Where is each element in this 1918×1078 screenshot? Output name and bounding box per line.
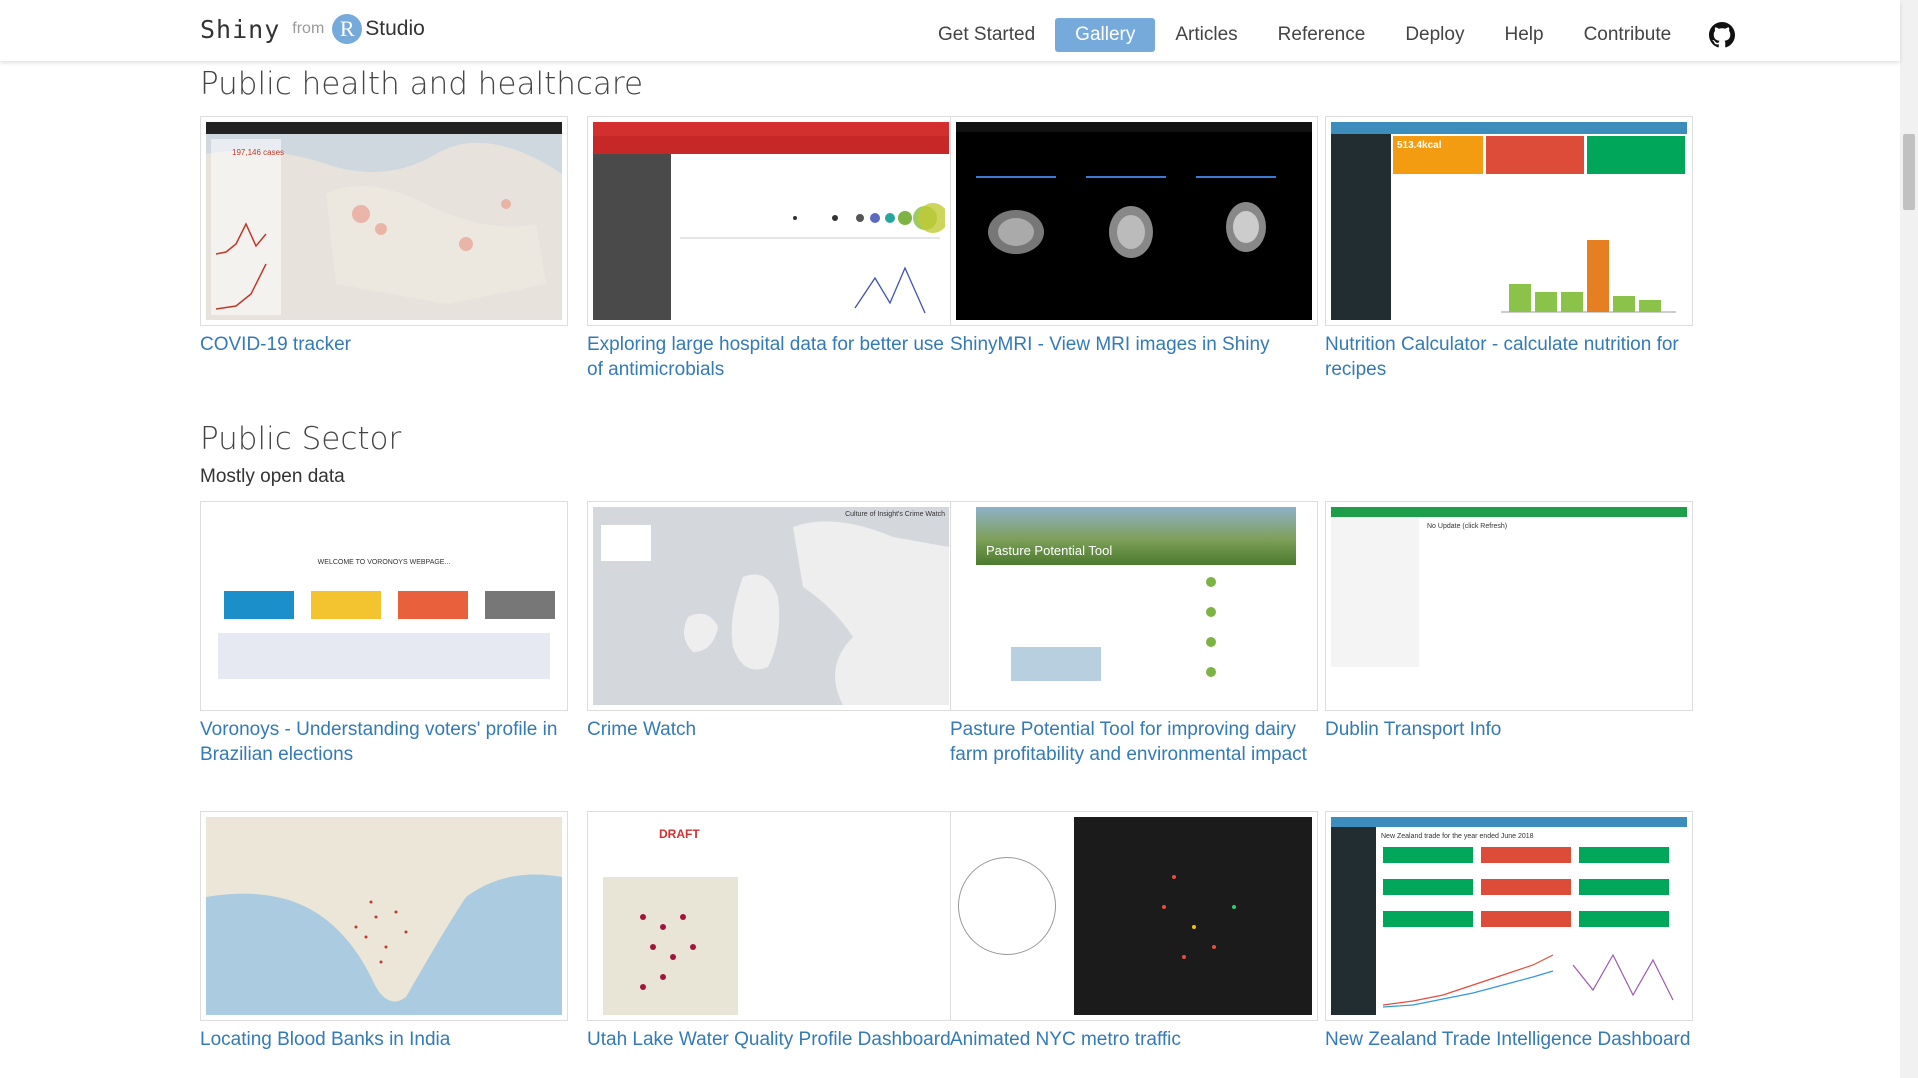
section-subtitle: Mostly open data	[200, 466, 345, 487]
gallery-card[interactable]: 197,146 cases COVID-19 tracker	[200, 116, 568, 357]
card-title[interactable]: Locating Blood Banks in India	[200, 1027, 568, 1052]
thumb-text: 197,146 cases	[232, 148, 285, 157]
gallery-card[interactable]: ShinyMRI - View MRI images in Shiny	[950, 116, 1318, 357]
gallery-card[interactable]: Culture of Insight's Crime Watch Crime W…	[587, 501, 955, 742]
nav-help[interactable]: Help	[1484, 18, 1563, 52]
gallery-card[interactable]: Animated NYC metro traffic	[950, 811, 1318, 1052]
top-navbar: Shiny from R Studio Get Started Gallery …	[0, 0, 1900, 61]
thumb-text: DRAFT	[659, 827, 700, 841]
gallery-card[interactable]: DRAFT Utah Lake Water Quality Profile Da…	[587, 811, 955, 1052]
brand-name: Shiny	[200, 14, 281, 44]
github-icon[interactable]	[1709, 22, 1736, 48]
nav-get-started[interactable]: Get Started	[918, 18, 1055, 52]
thumb-text: New Zealand trade for the year ended Jun…	[1381, 833, 1534, 840]
app-thumbnail[interactable]: No Update (click Refresh)	[1325, 501, 1693, 711]
card-title[interactable]: Nutrition Calculator - calculate nutriti…	[1325, 332, 1693, 382]
gallery-card[interactable]: Pasture Potential Tool Pasture Potential…	[950, 501, 1318, 767]
scrollbar-thumb[interactable]	[1903, 134, 1915, 210]
card-title[interactable]: Crime Watch	[587, 717, 955, 742]
app-thumbnail[interactable]: Culture of Insight's Crime Watch	[587, 501, 955, 711]
thumb-text: Pasture Potential Tool	[986, 543, 1113, 558]
app-thumbnail[interactable]	[950, 116, 1318, 326]
nav-deploy[interactable]: Deploy	[1385, 18, 1484, 52]
rstudio-logo-icon: R	[332, 14, 363, 44]
brand-from: from	[292, 20, 325, 37]
card-title[interactable]: Exploring large hospital data for better…	[587, 332, 955, 382]
thumb-text: 513.4kcal	[1397, 140, 1442, 151]
gallery-card[interactable]: WELCOME TO VORONOYS WEBPAGE... Voronoys …	[200, 501, 568, 767]
card-title[interactable]: Voronoys - Understanding voters' profile…	[200, 717, 568, 767]
thumb-text: WELCOME TO VORONOYS WEBPAGE...	[317, 559, 451, 566]
app-thumbnail[interactable]: Pasture Potential Tool	[950, 501, 1318, 711]
app-thumbnail[interactable]: New Zealand trade for the year ended Jun…	[1325, 811, 1693, 1021]
gallery-card[interactable]: No Update (click Refresh) Dublin Transpo…	[1325, 501, 1693, 742]
gallery-card[interactable]: Exploring large hospital data for better…	[587, 116, 955, 382]
brand-studio: Studio	[365, 17, 425, 40]
gallery-card[interactable]: Locating Blood Banks in India	[200, 811, 568, 1052]
card-title[interactable]: Animated NYC metro traffic	[950, 1027, 1318, 1052]
card-title[interactable]: Pasture Potential Tool for improving dai…	[950, 717, 1318, 767]
card-title[interactable]: New Zealand Trade Intelligence Dashboard	[1325, 1027, 1693, 1052]
thumb-text: No Update (click Refresh)	[1427, 523, 1508, 530]
nav-gallery[interactable]: Gallery	[1055, 18, 1156, 52]
gallery-card[interactable]: New Zealand trade for the year ended Jun…	[1325, 811, 1693, 1052]
app-thumbnail[interactable]	[950, 811, 1318, 1021]
main-nav: Get Started Gallery Articles Reference D…	[918, 18, 1736, 52]
nav-reference[interactable]: Reference	[1258, 18, 1386, 52]
section-title-health: Public health and healthcare	[200, 66, 644, 102]
card-title[interactable]: ShinyMRI - View MRI images in Shiny	[950, 332, 1318, 357]
card-title[interactable]: Utah Lake Water Quality Profile Dashboar…	[587, 1027, 955, 1052]
app-thumbnail[interactable]: 513.4kcal	[1325, 116, 1693, 326]
card-title[interactable]: COVID-19 tracker	[200, 332, 568, 357]
page-scrollbar[interactable]	[1900, 0, 1918, 1078]
app-thumbnail[interactable]: WELCOME TO VORONOYS WEBPAGE...	[200, 501, 568, 711]
app-thumbnail[interactable]: 197,146 cases	[200, 116, 568, 326]
brand-logo[interactable]: Shiny from R Studio	[200, 14, 425, 44]
app-thumbnail[interactable]	[200, 811, 568, 1021]
thumb-text: Culture of Insight's Crime Watch	[845, 511, 945, 518]
card-title[interactable]: Dublin Transport Info	[1325, 717, 1693, 742]
app-thumbnail[interactable]: DRAFT	[587, 811, 955, 1021]
nav-articles[interactable]: Articles	[1155, 18, 1257, 52]
section-title-public-sector: Public Sector	[200, 421, 402, 457]
app-thumbnail[interactable]	[587, 116, 955, 326]
gallery-card[interactable]: 513.4kcal Nutrition Calculator - calcula…	[1325, 116, 1693, 382]
nav-contribute[interactable]: Contribute	[1564, 18, 1692, 52]
